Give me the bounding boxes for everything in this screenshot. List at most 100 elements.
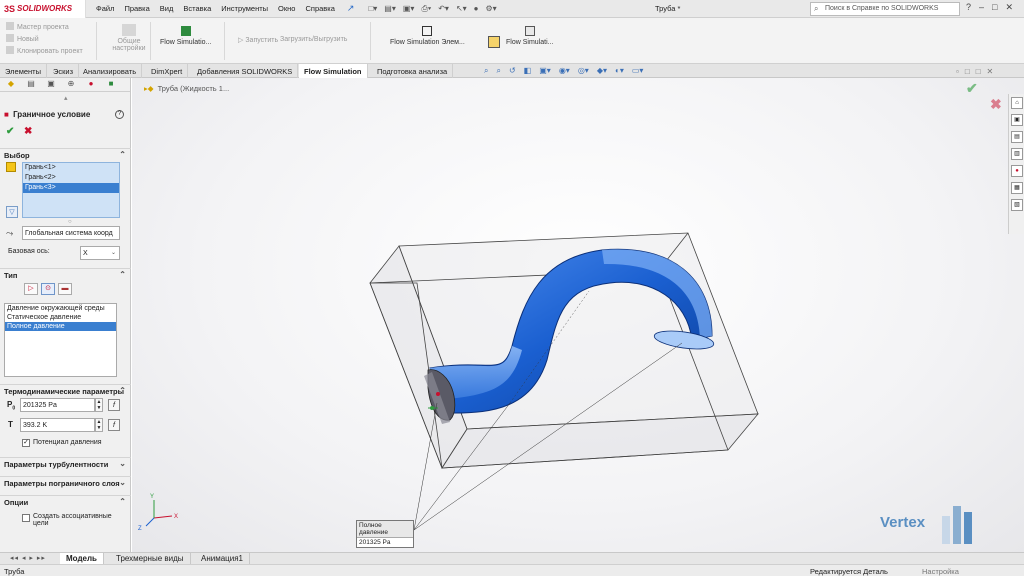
new-doc-icon[interactable]: □▾: [368, 4, 377, 14]
view-settings-icon[interactable]: ▭▾: [632, 66, 644, 76]
help-search-input[interactable]: ⌕ Поиск в Справке по SOLIDWORKS: [810, 2, 960, 16]
restore-icon[interactable]: □: [992, 2, 997, 13]
boundary-condition-button[interactable]: [488, 36, 500, 50]
graphics-area[interactable]: ▸◆ Труба (Жидкость 1... ✔ ✖ X Y Z Полное…: [132, 78, 1024, 552]
forum-icon[interactable]: ▧: [1011, 199, 1023, 211]
pressure-input[interactable]: 201325 Pa: [20, 398, 95, 412]
temperature-input[interactable]: 393.2 K: [20, 418, 95, 432]
boundary-callout[interactable]: Полное давление 201325 Pa: [356, 520, 414, 548]
turbulence-section-header[interactable]: Параметры турбулентности ⌄: [0, 457, 131, 469]
wall-type-button[interactable]: ▬: [58, 283, 72, 295]
menu-file[interactable]: Файл: [96, 4, 114, 13]
flow-simulation-elements-button[interactable]: Flow Simulation Элем...: [390, 26, 465, 46]
undo-icon[interactable]: ↶▾: [438, 4, 449, 14]
print-icon[interactable]: ⎙▾: [421, 4, 431, 14]
panel-help-button[interactable]: ?: [115, 110, 124, 119]
general-settings-button[interactable]: Общие настройки: [110, 24, 148, 52]
model-view[interactable]: X Y Z: [132, 78, 1024, 552]
close-icon[interactable]: ✕: [1005, 2, 1013, 13]
list-resize-handle[interactable]: ○: [68, 219, 72, 225]
save-icon[interactable]: ▣▾: [403, 4, 415, 14]
flow-simulation-results-button[interactable]: Flow Simulati...: [506, 26, 553, 46]
dimxpert-tab-icon[interactable]: ⊕: [63, 79, 79, 91]
project-master-button[interactable]: Мастер проекта: [6, 22, 83, 34]
pin-icon[interactable]: ↗: [347, 3, 355, 14]
tab-addins[interactable]: Добавления SOLIDWORKS: [192, 64, 299, 78]
section-view-icon[interactable]: ◧: [524, 66, 532, 76]
flow-opening-type-button[interactable]: ▷: [24, 283, 38, 295]
design-library-icon[interactable]: ▤: [1011, 131, 1023, 143]
load-unload-button[interactable]: Загрузить/Выгрузить: [280, 36, 347, 43]
doc-restore-icon[interactable]: □: [965, 67, 976, 76]
minimize-icon[interactable]: –: [979, 2, 984, 13]
appearance-icon[interactable]: ◆▾: [597, 66, 607, 76]
doc-minimize-icon[interactable]: ▫: [956, 67, 965, 76]
temperature-spinner[interactable]: ▲ ▼: [95, 418, 103, 432]
menu-view[interactable]: Вид: [160, 4, 174, 13]
list-item[interactable]: Статическое давление: [5, 313, 116, 322]
help-question-icon[interactable]: ?: [966, 2, 971, 13]
solidworks-logo[interactable]: 3S SOLIDWORKS: [0, 0, 86, 18]
previous-view-icon[interactable]: ↺: [509, 66, 516, 76]
home-icon[interactable]: ⌂: [1011, 97, 1023, 109]
clone-project-button[interactable]: Клонировать проект: [6, 46, 83, 58]
config-manager-tab-icon[interactable]: ▣: [43, 79, 59, 91]
tab-analysis-prep[interactable]: Подготовка анализа: [372, 64, 454, 78]
view-orientation-icon[interactable]: ▣▾: [539, 66, 551, 76]
rebuild-icon[interactable]: ●: [474, 4, 479, 14]
selection-section-header[interactable]: Выбор ⌃: [0, 148, 131, 160]
coordinate-system-field[interactable]: Глобальная система коорд: [22, 226, 120, 240]
base-axis-select[interactable]: X ⌄: [80, 246, 120, 260]
list-item[interactable]: Грань<1>: [23, 163, 119, 173]
custom-properties-icon[interactable]: ▦: [1011, 182, 1023, 194]
list-item[interactable]: Грань<2>: [23, 173, 119, 183]
tab-flow-simulation[interactable]: Flow Simulation: [299, 64, 368, 78]
temperature-dependency-button[interactable]: f: [108, 419, 120, 431]
flow-simulation-menu-button[interactable]: Flow Simulatio...: [160, 26, 211, 46]
appearances-icon[interactable]: ●: [1011, 165, 1023, 177]
tab-evaluate[interactable]: Анализировать: [78, 64, 143, 78]
list-item[interactable]: Давление окружающей среды: [5, 304, 116, 313]
options-section-header[interactable]: Опции ⌃: [0, 495, 131, 507]
pressure-dependency-button[interactable]: f: [108, 399, 120, 411]
display-style-icon[interactable]: ◉▾: [559, 66, 570, 76]
menu-help[interactable]: Справка: [305, 4, 334, 13]
menu-edit[interactable]: Правка: [124, 4, 149, 13]
tab-sketch[interactable]: Эскиз: [48, 64, 80, 78]
zoom-area-icon[interactable]: ⌕: [496, 66, 500, 76]
zoom-fit-icon[interactable]: ⌕: [484, 66, 488, 76]
new-project-button[interactable]: Новый: [6, 34, 83, 46]
feature-manager-tab-icon[interactable]: ◆: [3, 79, 19, 91]
splitter-handle[interactable]: ▴: [64, 94, 68, 102]
associative-goals-checkbox[interactable]: [22, 514, 30, 522]
file-explorer-icon[interactable]: ▥: [1011, 148, 1023, 160]
tab-navigation-buttons[interactable]: ◂◂ ◂ ▸ ▸▸: [10, 554, 46, 562]
cancel-button[interactable]: ✖: [24, 126, 32, 137]
menu-insert[interactable]: Вставка: [183, 4, 211, 13]
resources-icon[interactable]: ▣: [1011, 114, 1023, 126]
pressure-spinner[interactable]: ▲ ▼: [95, 398, 103, 412]
scene-icon[interactable]: ◐▾: [615, 66, 624, 76]
flow-analysis-tab-icon[interactable]: ■: [103, 79, 119, 91]
pressure-opening-type-button[interactable]: ⊙: [41, 283, 55, 295]
face-selection-list[interactable]: Грань<1> Грань<2> Грань<3>: [22, 162, 120, 218]
boundary-layer-section-header[interactable]: Параметры пограничного слоя ⌄: [0, 476, 131, 488]
menu-tools[interactable]: Инструменты: [221, 4, 268, 13]
display-manager-tab-icon[interactable]: ●: [83, 79, 99, 91]
property-manager-tab-icon[interactable]: ▤: [23, 79, 39, 91]
type-section-header[interactable]: Тип ⌃: [0, 268, 131, 280]
menu-window[interactable]: Окно: [278, 4, 295, 13]
doc-maximize-icon[interactable]: □: [976, 67, 987, 76]
options-icon[interactable]: ⚙▾: [486, 4, 497, 14]
filter-icon[interactable]: ▽: [6, 206, 18, 218]
select-icon[interactable]: ↖▾: [456, 4, 467, 14]
open-icon[interactable]: ▤▾: [384, 4, 396, 14]
run-button[interactable]: ▷ Запустить: [238, 36, 278, 44]
list-item[interactable]: Грань<3>: [23, 183, 119, 193]
ok-button[interactable]: ✔: [6, 126, 14, 137]
hide-show-icon[interactable]: ◎▾: [578, 66, 589, 76]
tab-dimxpert[interactable]: DimXpert: [146, 64, 189, 78]
status-customize[interactable]: Настройка: [922, 567, 959, 576]
doc-close-icon[interactable]: ✕: [987, 67, 1000, 76]
tab-features[interactable]: Элементы: [0, 64, 47, 78]
